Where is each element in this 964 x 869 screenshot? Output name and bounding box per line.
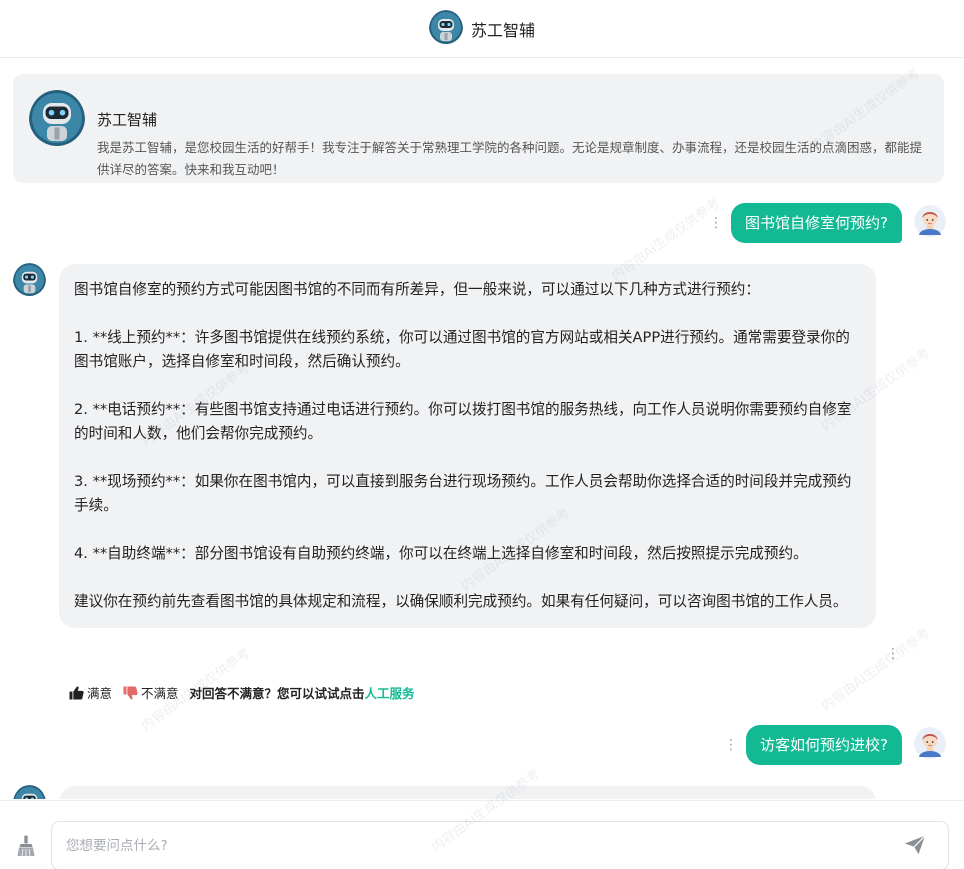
bot-paragraph: 3. **现场预约**：如果你在图书馆内，可以直接到服务台进行现场预约。工作人员… xyxy=(74,473,852,514)
welcome-title: 苏工智辅 xyxy=(97,111,158,129)
more-vertical-icon[interactable]: ⋮ xyxy=(724,738,738,752)
broom-icon[interactable] xyxy=(16,835,36,861)
user-bubble: 访客如何预约进校? xyxy=(746,725,902,765)
bot-paragraph: 建议你在预约前先查看图书馆的具体规定和流程，以确保顺利完成预约。如果有任何疑问，… xyxy=(74,593,848,610)
robot-avatar-icon xyxy=(13,263,46,300)
unsatisfied-button[interactable]: 不满意 xyxy=(123,683,179,702)
chat-area[interactable]: 苏工智辅 我是苏工智辅，是您校园生活的好帮手！我专注于解答关于常熟理工学院的各种… xyxy=(0,59,964,799)
watermark: 内容由AI生成仅供参考 xyxy=(819,625,933,715)
robot-avatar-icon xyxy=(13,785,46,799)
user-message: ⋮ 访客如何预约进校? xyxy=(724,725,946,765)
satisfied-button[interactable]: 满意 xyxy=(69,683,112,702)
user-message: ⋮ 图书馆自修室何预约? xyxy=(709,203,946,243)
satisfied-label: 满意 xyxy=(87,686,113,701)
user-bubble: 图书馆自修室何预约? xyxy=(731,203,902,243)
user-avatar-icon xyxy=(914,205,946,241)
bot-paragraph: 4. **自助终端**：部分图书馆设有自助预约终端，你可以在终端上选择自修室和时… xyxy=(74,545,808,562)
bot-bubble: 图书馆自修室的预约方式可能因图书馆的不同而有所差异，但一般来说，可以通过以下几种… xyxy=(59,264,876,628)
human-service-link[interactable]: 人工服务 xyxy=(365,683,415,702)
unsatisfied-label: 不满意 xyxy=(141,686,179,701)
bot-paragraph: 图书馆自修室的预约方式可能因图书馆的不同而有所差异，但一般来说，可以通过以下几种… xyxy=(74,281,760,298)
welcome-card: 苏工智辅 我是苏工智辅，是您校园生活的好帮手！我专注于解答关于常熟理工学院的各种… xyxy=(13,74,944,183)
feedback-bar: 满意 不满意 对回答不满意？您可以试试点击 人工服务 xyxy=(69,683,415,702)
robot-avatar-icon xyxy=(29,90,85,150)
robot-avatar-icon xyxy=(428,9,463,48)
message-input-box xyxy=(51,821,949,869)
send-icon[interactable] xyxy=(904,835,926,859)
thumbs-down-icon xyxy=(123,685,138,699)
welcome-text: 我是苏工智辅，是您校园生活的好帮手！我专注于解答关于常熟理工学院的各种问题。无论… xyxy=(97,140,923,177)
page-title: 苏工智辅 xyxy=(470,20,535,40)
feedback-tip: 对回答不满意？您可以试试点击 xyxy=(189,686,365,701)
thumbs-up-icon xyxy=(69,686,84,700)
more-vertical-icon[interactable]: ⋮ xyxy=(886,646,900,662)
message-input[interactable] xyxy=(66,822,886,869)
more-vertical-icon[interactable]: ⋮ xyxy=(709,216,723,230)
bot-bubble-partial xyxy=(59,786,876,799)
input-area xyxy=(0,800,964,869)
bot-paragraph: 2. **电话预约**：有些图书馆支持通过电话进行预约。你可以拨打图书馆的服务热… xyxy=(74,401,852,442)
bot-paragraph: 1. **线上预约**：许多图书馆提供在线预约系统，你可以通过图书馆的官方网站或… xyxy=(74,329,850,370)
user-avatar-icon xyxy=(914,727,946,763)
app-header: 苏工智辅 xyxy=(0,0,964,58)
